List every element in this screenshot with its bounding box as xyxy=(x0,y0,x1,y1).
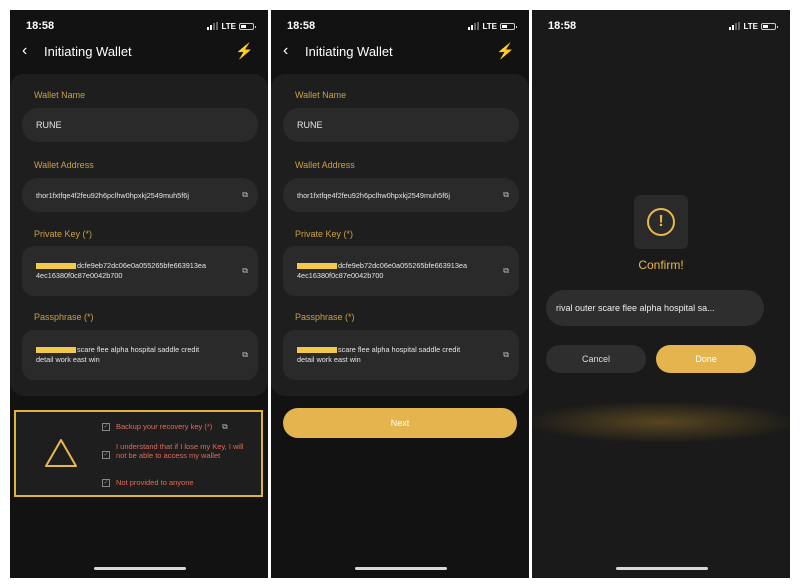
back-arrow-icon[interactable]: ‹ xyxy=(283,42,303,60)
copy-icon[interactable]: ⧉ xyxy=(242,190,248,200)
checkbox-understand[interactable]: ✓ I understand that if I lose my Key, I … xyxy=(102,442,252,460)
battery-icon xyxy=(239,22,256,30)
nav-header: ‹ Initiating Wallet ⚡ xyxy=(283,40,515,62)
checkbox-not-provided[interactable]: ✓ Not provided to anyone xyxy=(102,478,252,487)
wallet-address-field[interactable]: thor1fxtfqe4f2feu92h6pclhw0hpxkj2549muh5… xyxy=(283,178,519,212)
exclamation-icon: ! xyxy=(647,208,675,236)
signal-icon xyxy=(207,22,219,30)
back-arrow-icon[interactable]: ‹ xyxy=(22,42,42,60)
copy-icon[interactable]: ⧉ xyxy=(503,266,509,276)
home-indicator xyxy=(355,567,447,570)
status-bar: 18:58 LTE xyxy=(287,18,517,34)
done-button[interactable]: Done xyxy=(656,345,756,373)
network-label: LTE xyxy=(743,21,758,31)
passphrase-label: Passphrase (*) xyxy=(295,312,355,322)
redaction-mark xyxy=(36,263,76,270)
checkbox-icon[interactable]: ✓ xyxy=(102,479,110,487)
private-key-field[interactable]: dcfe9eb72dc06e0a055265bfe663913ea 4ec1638… xyxy=(22,246,258,296)
screen-wallet-form-next: 18:58 LTE ‹ Initiating Wallet ⚡ Wallet N… xyxy=(271,10,529,578)
status-time: 18:58 xyxy=(548,20,577,32)
signal-icon xyxy=(729,22,741,30)
private-key-label: Private Key (*) xyxy=(295,229,354,239)
checkbox-icon[interactable]: ✓ xyxy=(102,423,110,431)
wallet-name-field[interactable]: RUNE xyxy=(22,108,258,142)
signal-icon xyxy=(468,22,480,30)
page-title: Initiating Wallet xyxy=(305,43,393,59)
copy-icon[interactable]: ⧉ xyxy=(503,350,509,360)
next-button[interactable]: Next xyxy=(283,408,517,438)
wallet-name-label: Wallet Name xyxy=(34,90,86,100)
passphrase-field[interactable]: scare flee alpha hospital saddle credit d… xyxy=(22,330,258,380)
private-key-field[interactable]: dcfe9eb72dc06e0a055265bfe663913ea 4ec1638… xyxy=(283,246,519,296)
lightning-icon[interactable]: ⚡ xyxy=(496,42,515,60)
status-time: 18:58 xyxy=(287,20,316,32)
confirm-title: Confirm! xyxy=(638,258,684,272)
wallet-form-card: Wallet Name RUNE Wallet Address thor1fxt… xyxy=(10,74,268,396)
wallet-form-card: Wallet Name RUNE Wallet Address thor1fxt… xyxy=(271,74,529,396)
wallet-name-label: Wallet Name xyxy=(295,90,347,100)
passphrase-label: Passphrase (*) xyxy=(34,312,94,322)
wallet-address-label: Wallet Address xyxy=(295,160,355,170)
private-key-label: Private Key (*) xyxy=(34,229,93,239)
warning-icon xyxy=(45,439,77,467)
battery-icon xyxy=(500,22,517,30)
home-indicator xyxy=(616,567,708,570)
background-glow xyxy=(532,402,790,442)
page-title: Initiating Wallet xyxy=(44,43,132,59)
wallet-address-label: Wallet Address xyxy=(34,160,94,170)
network-label: LTE xyxy=(482,21,497,31)
copy-icon[interactable]: ⧉ xyxy=(222,422,227,431)
network-label: LTE xyxy=(221,21,236,31)
nav-header: ‹ Initiating Wallet ⚡ xyxy=(22,40,254,62)
cancel-button[interactable]: Cancel xyxy=(546,345,646,373)
redaction-mark xyxy=(297,347,337,354)
battery-icon xyxy=(761,22,778,30)
redaction-mark xyxy=(297,263,337,270)
home-indicator xyxy=(94,567,186,570)
phrase-preview-field[interactable]: rival outer scare flee alpha hospital sa… xyxy=(546,290,764,326)
wallet-address-field[interactable]: thor1fxtfqe4f2feu92h6pclhw0hpxkj2549muh5… xyxy=(22,178,258,212)
status-time: 18:58 xyxy=(26,20,55,32)
redaction-mark xyxy=(36,347,76,354)
wallet-name-field[interactable]: RUNE xyxy=(283,108,519,142)
warning-panel: ✓ Backup your recovery key (*) ⧉ ✓ I und… xyxy=(14,410,263,497)
checkbox-icon[interactable]: ✓ xyxy=(102,451,110,459)
passphrase-field[interactable]: scare flee alpha hospital saddle credit d… xyxy=(283,330,519,380)
status-bar: 18:58 LTE xyxy=(26,18,256,34)
screen-wallet-form-warning: 18:58 LTE ‹ Initiating Wallet ⚡ Wallet N… xyxy=(10,10,268,578)
dialog-actions: Cancel Done xyxy=(546,345,756,373)
status-bar: 18:58 LTE xyxy=(548,18,778,34)
confirm-alert-icon: ! xyxy=(634,195,688,249)
copy-icon[interactable]: ⧉ xyxy=(242,350,248,360)
copy-icon[interactable]: ⧉ xyxy=(503,190,509,200)
lightning-icon[interactable]: ⚡ xyxy=(235,42,254,60)
copy-icon[interactable]: ⧉ xyxy=(242,266,248,276)
screen-confirm-dialog: 18:58 LTE ! Confirm! rival outer scare f… xyxy=(532,10,790,578)
checkbox-backup[interactable]: ✓ Backup your recovery key (*) ⧉ xyxy=(102,422,252,431)
